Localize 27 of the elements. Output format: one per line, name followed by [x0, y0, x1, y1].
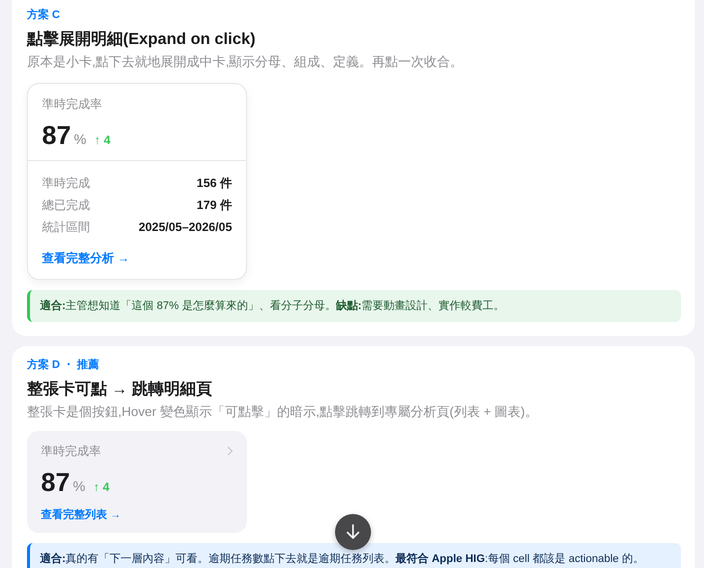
view-analysis-link[interactable]: 查看完整分析 →	[42, 250, 130, 267]
section-description: 原本是小卡,點下去就地展開成中卡,顯示分母、組成、定義。再點一次收合。	[27, 53, 464, 71]
metric-label: 準時完成率	[41, 443, 101, 459]
note-callout: 適合:真的有「下一層內容」可看。逾期任務數點下去就是逾期任務列表。最符合 Apple HIG:每個 cell 都該是 actionable 的。	[27, 543, 681, 568]
chevron-right-icon	[227, 446, 233, 456]
metric-value: 87	[41, 467, 70, 497]
metric-value: 87	[42, 120, 71, 150]
detail-value: 2025/05–2026/05	[138, 219, 232, 236]
metric-label: 準時完成率	[42, 96, 102, 112]
section-label: 方案 C	[27, 8, 61, 22]
metric-unit: %	[72, 478, 86, 494]
metric-delta: ↑ 4	[93, 480, 110, 494]
detail-label: 準時完成	[42, 175, 90, 192]
section-description: 整張卡是個按鈕,Hover 變色顯示「可點擊」的暗示,點擊跳轉到專屬分析頁(列表 + 圖表)。	[27, 403, 539, 421]
section-label: 方案 D ・ 推薦	[27, 358, 100, 372]
note-callout: 適合:主管想知道「這個 87% 是怎麼算來的」、看分子分母。缺點:需要動畫設計、實作較費工。	[27, 290, 681, 322]
kpi-card[interactable]: 準時完成率 87% ↑ 4 查看完整列表 →	[27, 431, 247, 533]
metric-unit: %	[74, 131, 86, 147]
section-title: 點擊展開明細(Expand on click)	[27, 30, 256, 50]
detail-value: 156 件	[196, 175, 232, 192]
metric-delta: ↑ 4	[94, 133, 110, 147]
arrow-down-icon	[346, 524, 360, 540]
detail-label: 統計區間	[42, 219, 90, 236]
view-list-link[interactable]: 查看完整列表 →	[41, 507, 122, 522]
detail-label: 總已完成	[42, 197, 90, 214]
detail-value: 179 件	[196, 197, 232, 214]
section-title: 整張卡可點 → 跳轉明細頁	[27, 380, 213, 400]
